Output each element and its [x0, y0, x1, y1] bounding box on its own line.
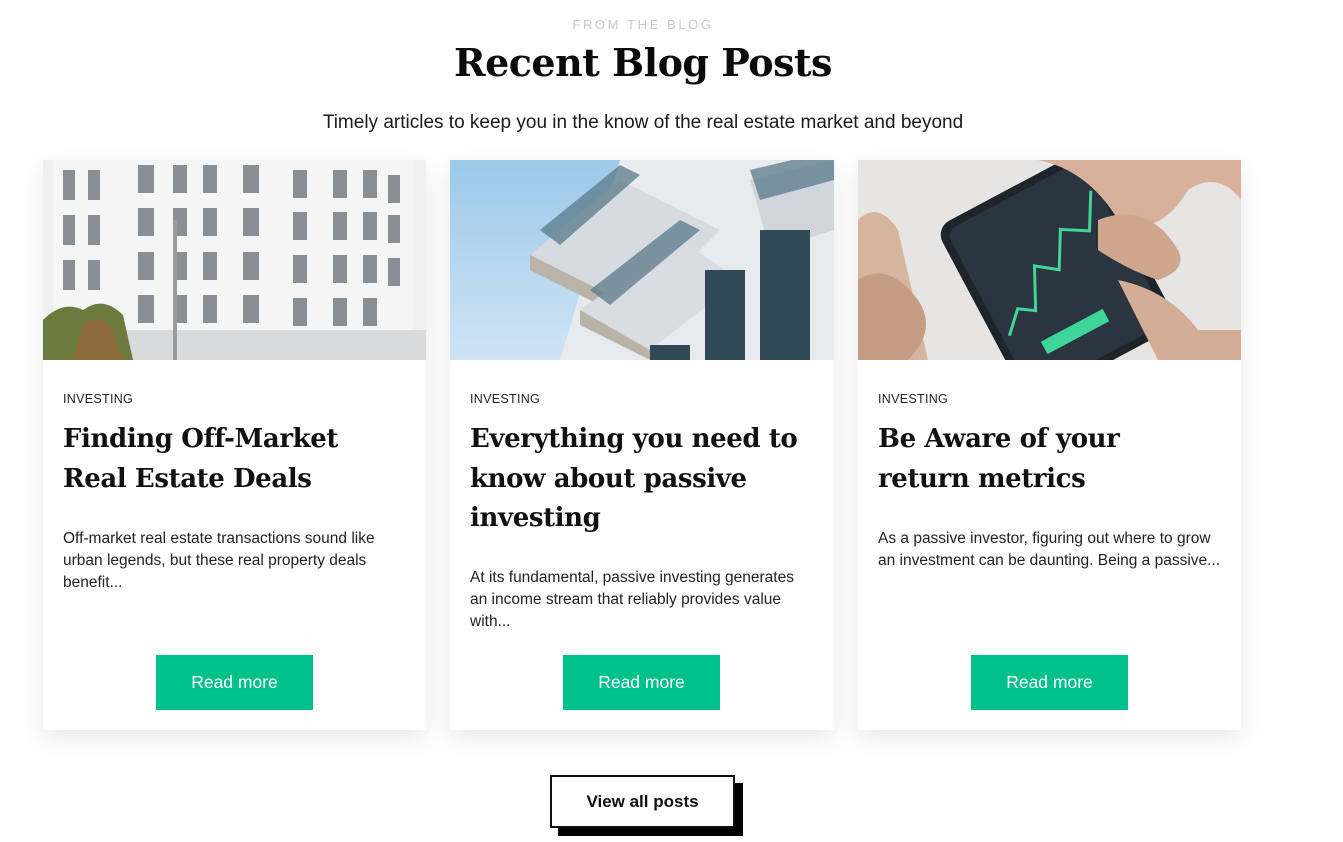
post-excerpt: At its fundamental, passive investing ge… — [470, 569, 794, 630]
blog-card: INVESTING Finding Off-Market Real Estate… — [43, 160, 426, 730]
apartment-building-image — [43, 160, 426, 360]
post-excerpt: Off-market real estate transactions soun… — [63, 530, 375, 591]
balcony-building-image — [450, 160, 834, 360]
blog-card: INVESTING Everything you need to know ab… — [450, 160, 834, 730]
view-all-wrapper: View all posts — [550, 775, 743, 836]
post-title[interactable]: Everything you need to know about passiv… — [470, 420, 810, 539]
post-category: INVESTING — [63, 392, 134, 406]
post-title[interactable]: Be Aware of your return metrics — [878, 420, 1218, 499]
read-more-button[interactable]: Read more — [156, 655, 313, 710]
post-excerpt: As a passive investor, figuring out wher… — [878, 530, 1221, 569]
read-more-button[interactable]: Read more — [971, 655, 1128, 710]
blog-card: INVESTING Be Aware of your return metric… — [858, 160, 1241, 730]
section-subtitle: Timely articles to keep you in the know … — [322, 112, 964, 133]
section-title: Recent Blog Posts — [454, 40, 832, 85]
post-title[interactable]: Finding Off-Market Real Estate Deals — [63, 420, 403, 499]
blog-card-image[interactable] — [858, 160, 1241, 360]
blog-card-image[interactable] — [450, 160, 834, 360]
post-category: INVESTING — [878, 392, 949, 406]
view-all-posts-button[interactable]: View all posts — [550, 775, 735, 828]
phone-chart-image — [858, 160, 1241, 360]
section-eyebrow: FROM THE BLOG — [572, 17, 714, 32]
read-more-button[interactable]: Read more — [563, 655, 720, 710]
post-category: INVESTING — [470, 392, 541, 406]
blog-card-list: INVESTING Finding Off-Market Real Estate… — [43, 160, 1243, 730]
blog-card-image[interactable] — [43, 160, 426, 360]
